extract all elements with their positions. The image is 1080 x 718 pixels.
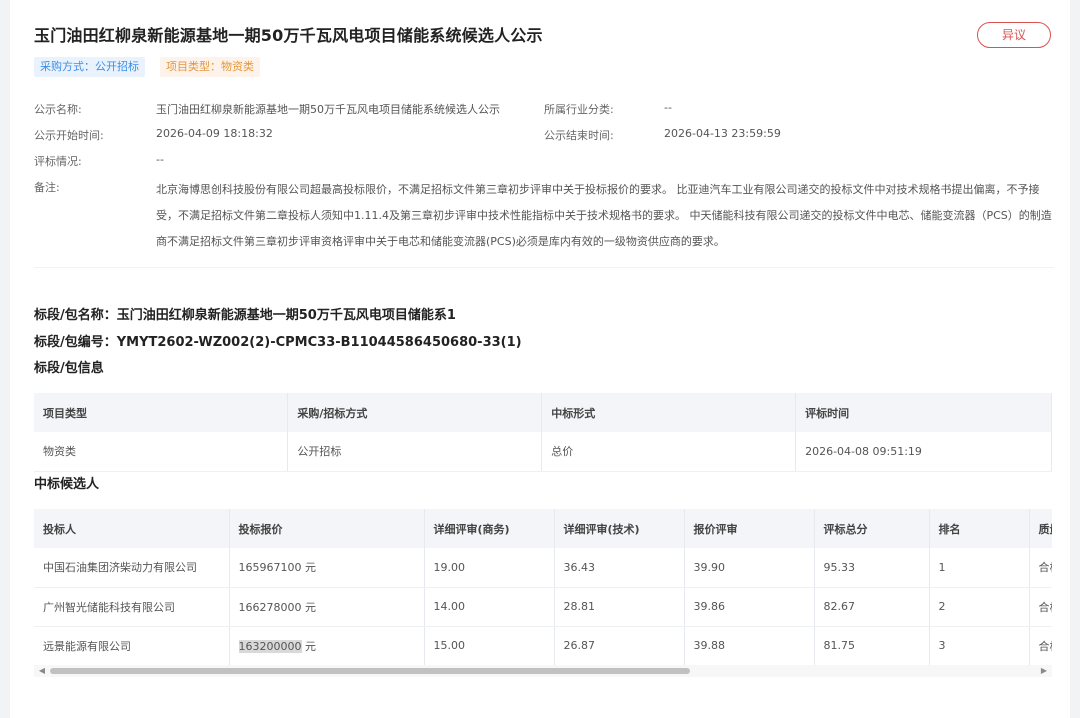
notice-name-label: 公示名称: bbox=[34, 103, 82, 116]
scroll-right-icon[interactable]: ▶ bbox=[1038, 665, 1050, 677]
table-row: 中国石油集团济柴动力有限公司 165967100 元 19.00 36.43 3… bbox=[34, 548, 1052, 588]
price-unit: 元 bbox=[305, 561, 316, 575]
cell-commercial-score: 14.00 bbox=[424, 587, 555, 627]
page-title: 玉门油田红柳泉新能源基地一期50万千瓦风电项目储能系统候选人公示 bbox=[34, 26, 543, 45]
col-bidder: 投标人 bbox=[34, 509, 230, 548]
price-amount: 165967100 bbox=[238, 561, 302, 575]
package-info-table: 项目类型 采购/招标方式 中标形式 评标时间 物资类 公开招标 总价 2026-… bbox=[34, 393, 1052, 472]
project-type-tag: 项目类型：物资类 bbox=[160, 57, 260, 77]
cell-technical-score: 28.81 bbox=[554, 587, 685, 627]
cell-bidder: 中国石油集团济柴动力有限公司 bbox=[34, 548, 230, 588]
package-code: 标段/包编号：YMYT2602-WZ002(2)-CPMC33-B1104458… bbox=[34, 335, 522, 350]
price-amount: 166278000 bbox=[238, 600, 302, 614]
price-unit: 元 bbox=[305, 600, 316, 614]
price-unit: 元 bbox=[305, 639, 316, 653]
cell-bidder: 远景能源有限公司 bbox=[34, 626, 230, 665]
end-time-label: 公示结束时间: bbox=[544, 129, 614, 142]
cell-technical-score: 36.43 bbox=[554, 548, 685, 588]
industry-value: -- bbox=[664, 101, 672, 114]
col-total-score: 评标总分 bbox=[814, 509, 930, 548]
start-time-label: 公示开始时间: bbox=[34, 129, 104, 142]
cell-quality: 合格 bbox=[1029, 587, 1052, 627]
cell-commercial-score: 15.00 bbox=[424, 626, 555, 665]
package-info-title: 标段/包信息 bbox=[34, 361, 104, 376]
cell-project-type: 物资类 bbox=[34, 432, 289, 472]
start-time-value: 2026-04-09 18:18:32 bbox=[156, 127, 273, 140]
col-commercial-score: 详细评审(商务) bbox=[424, 509, 555, 548]
evaluation-value: -- bbox=[156, 153, 164, 166]
cell-price-score: 39.90 bbox=[684, 548, 815, 588]
cell-price-score: 39.88 bbox=[684, 626, 815, 665]
section-divider bbox=[34, 267, 1054, 268]
col-rank: 排名 bbox=[929, 509, 1030, 548]
horizontal-scrollbar[interactable]: ◀ ▶ bbox=[34, 665, 1052, 677]
cell-bid-price: 166278000 元 bbox=[229, 587, 425, 627]
col-project-type: 项目类型 bbox=[34, 393, 289, 432]
cell-technical-score: 26.87 bbox=[554, 626, 685, 665]
scroll-left-icon[interactable]: ◀ bbox=[36, 665, 48, 677]
col-quality: 质量 bbox=[1029, 509, 1052, 548]
industry-label: 所属行业分类: bbox=[544, 103, 614, 116]
cell-award-form: 总价 bbox=[541, 432, 797, 472]
table-header-row: 项目类型 采购/招标方式 中标形式 评标时间 bbox=[34, 393, 1052, 432]
cell-rank: 1 bbox=[929, 548, 1030, 588]
cell-quality: 合格 bbox=[1029, 626, 1052, 665]
col-bid-price: 投标报价 bbox=[229, 509, 425, 548]
table-header-row: 投标人 投标报价 详细评审(商务) 详细评审(技术) 报价评审 评标总分 排名 … bbox=[34, 509, 1052, 548]
cell-price-score: 39.86 bbox=[684, 587, 815, 627]
scroll-thumb[interactable] bbox=[50, 668, 690, 674]
table-row: 远景能源有限公司 163200000 元 15.00 26.87 39.88 8… bbox=[34, 626, 1052, 665]
objection-button[interactable]: 异议 bbox=[977, 22, 1051, 48]
cell-total-score: 81.75 bbox=[814, 626, 930, 665]
remark-label: 备注: bbox=[34, 181, 60, 194]
remark-value: 北京海博思创科技股份有限公司超最高投标限价，不满足招标文件第三章初步评审中关于投… bbox=[156, 183, 1052, 248]
cell-total-score: 82.67 bbox=[814, 587, 930, 627]
end-time-value: 2026-04-13 23:59:59 bbox=[664, 127, 781, 140]
col-evaluation-time: 评标时间 bbox=[795, 393, 1052, 432]
table-row: 广州智光储能科技有限公司 166278000 元 14.00 28.81 39.… bbox=[34, 587, 1052, 627]
cell-bid-price: 165967100 元 bbox=[229, 548, 425, 588]
col-technical-score: 详细评审(技术) bbox=[554, 509, 685, 548]
cell-rank: 2 bbox=[929, 587, 1030, 627]
cell-quality: 合格 bbox=[1029, 548, 1052, 588]
cell-total-score: 95.33 bbox=[814, 548, 930, 588]
price-amount: 163200000 bbox=[238, 639, 302, 653]
package-name: 标段/包名称：玉门油田红柳泉新能源基地一期50万千瓦风电项目储能系1 bbox=[34, 308, 456, 323]
col-award-form: 中标形式 bbox=[541, 393, 797, 432]
cell-rank: 3 bbox=[929, 626, 1030, 665]
col-price-score: 报价评审 bbox=[684, 509, 815, 548]
candidates-table-scroll[interactable]: 投标人 投标报价 详细评审(商务) 详细评审(技术) 报价评审 评标总分 排名 … bbox=[34, 509, 1052, 665]
cell-evaluation-time: 2026-04-08 09:51:19 bbox=[795, 432, 1052, 472]
cell-commercial-score: 19.00 bbox=[424, 548, 555, 588]
cell-bid-price: 163200000 元 bbox=[229, 626, 425, 665]
col-procurement-method: 采购/招标方式 bbox=[287, 393, 543, 432]
evaluation-label: 评标情况: bbox=[34, 155, 82, 168]
cell-procurement-method: 公开招标 bbox=[287, 432, 543, 472]
cell-bidder: 广州智光储能科技有限公司 bbox=[34, 587, 230, 627]
candidates-table: 投标人 投标报价 详细评审(商务) 详细评审(技术) 报价评审 评标总分 排名 … bbox=[34, 509, 1052, 665]
notice-page: 玉门油田红柳泉新能源基地一期50万千瓦风电项目储能系统候选人公示 异议 采购方式… bbox=[10, 0, 1070, 718]
procurement-method-tag: 采购方式：公开招标 bbox=[34, 57, 145, 77]
notice-name-value: 玉门油田红柳泉新能源基地一期50万千瓦风电项目储能系统候选人公示 bbox=[156, 103, 500, 116]
candidates-title: 中标候选人 bbox=[34, 477, 100, 492]
table-row: 物资类 公开招标 总价 2026-04-08 09:51:19 bbox=[34, 432, 1052, 472]
